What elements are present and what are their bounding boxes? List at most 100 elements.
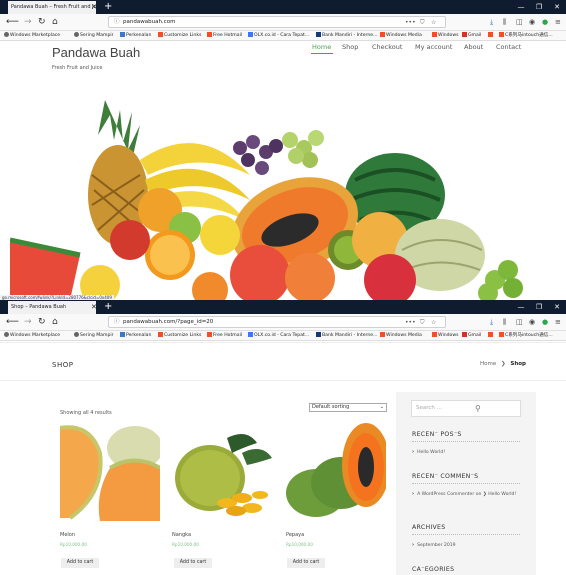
bookmark-item[interactable] (488, 31, 494, 41)
pocket-icon[interactable]: ⛉ (420, 18, 425, 28)
sort-select[interactable]: Default sorting ⌄ (309, 403, 387, 412)
bookmark-item[interactable]: Perkenalan (120, 31, 151, 41)
product-name-melon[interactable]: Melon (60, 532, 75, 538)
info-icon[interactable]: ⓘ (114, 319, 120, 325)
home-icon[interactable]: ⌂ (52, 316, 58, 328)
bookmark-star-icon[interactable]: ☆ (431, 318, 436, 328)
close-window-icon[interactable]: ✕ (548, 300, 566, 314)
bookmark-item[interactable]: Perkenalan (120, 331, 151, 341)
bookmark-item[interactable]: C系列马intouch通信... (499, 31, 553, 41)
maximize-icon[interactable]: ❐ (530, 300, 548, 314)
menu-home[interactable]: Home (312, 43, 331, 51)
bookmark-item[interactable]: Windows Media (380, 331, 422, 341)
bookmark-item[interactable]: Windows (432, 31, 459, 41)
bank-icon (316, 332, 321, 337)
tab-close-icon[interactable]: ✕ (91, 301, 97, 314)
new-tab-icon[interactable]: + (104, 0, 112, 14)
tab-shop[interactable]: Shop – Pandawa Buah (8, 301, 96, 314)
bookmark-item[interactable]: Gmail (462, 331, 481, 341)
bookmark-star-icon[interactable]: ☆ (431, 18, 436, 28)
recent-comment-item[interactable]: › A WordPress Commenter on ❯ Hello World! (412, 490, 524, 499)
bookmark-item[interactable]: Bank Mandiri - Interne... (316, 331, 377, 341)
menu-contact[interactable]: Contact (496, 43, 521, 51)
home-icon[interactable]: ⌂ (52, 16, 58, 28)
product-image-nangka[interactable] (172, 423, 272, 521)
reload-icon[interactable]: ↻ (38, 16, 46, 28)
page-actions-icon[interactable]: ••• (405, 318, 416, 328)
menu-icon[interactable]: ≡ (555, 317, 561, 327)
extension-icon[interactable]: ● (542, 317, 548, 327)
bookmark-item[interactable]: Sering Mampir (74, 331, 114, 341)
site-title[interactable]: Pandawa Buah (52, 45, 140, 60)
maximize-icon[interactable]: ❐ (530, 0, 548, 14)
download-icon[interactable]: ⤓ (490, 317, 493, 327)
site-tagline: Fresh Fruit and Juice (52, 65, 103, 71)
menu-my-account[interactable]: My account (415, 43, 452, 51)
bookmark-item[interactable]: Windows Media (380, 31, 422, 41)
tab-home[interactable]: Pandawa Buah – Fresh Fruit and Juice (8, 1, 96, 14)
url-bar[interactable]: ⓘ pandawabuah.com/?page_id=20 ••• ⛉ ☆ (108, 316, 446, 328)
url-text[interactable]: pandawabuah.com (123, 19, 175, 25)
bookmark-item[interactable]: Gmail (462, 31, 481, 41)
product-image-pepaya[interactable] (286, 423, 386, 521)
bookmark-item[interactable]: Free Hotmail (207, 31, 242, 41)
search-input[interactable]: Search ... ⚲ (411, 400, 521, 417)
bookmark-item[interactable]: Windows (432, 331, 459, 341)
recent-comment-link[interactable]: A WordPress Commenter on ❯ Hello World! (417, 492, 516, 497)
bookmark-item[interactable]: Free Hotmail (207, 331, 242, 341)
forward-icon[interactable]: → (24, 16, 32, 28)
tab-close-icon[interactable]: ✕ (91, 1, 97, 14)
bookmark-item[interactable]: C系列马intouch通信... (499, 331, 553, 341)
archive-link[interactable]: September 2019 (417, 543, 456, 548)
bookmark-item[interactable]: Customize Links (158, 31, 201, 41)
url-bar[interactable]: ⓘ pandawabuah.com ••• ⛉ ☆ (108, 16, 446, 28)
sidebar-icon[interactable]: ◫ (516, 17, 523, 27)
add-to-cart-pepaya-button[interactable]: Add to cart (287, 558, 325, 568)
bookmark-item[interactable]: Bank Mandiri - Interne... (316, 31, 377, 41)
bookmark-item[interactable]: Sering Mampir (74, 31, 114, 41)
product-image-melon[interactable] (60, 423, 160, 521)
minimize-icon[interactable]: — (512, 300, 530, 314)
bookmark-item[interactable]: Customize Links (158, 331, 201, 341)
reload-icon[interactable]: ↻ (38, 316, 46, 328)
extension-icon[interactable]: ● (542, 17, 548, 27)
new-tab-icon[interactable]: + (104, 300, 112, 314)
sort-value: Default sorting (312, 404, 350, 410)
account-icon[interactable]: ◉ (529, 317, 535, 327)
product-name-nangka[interactable]: Nangka (172, 532, 191, 538)
bookmark-item[interactable]: Windows Marketplace (4, 31, 60, 41)
bookmark-item[interactable]: OLX.co.id - Cara Tepat... (248, 331, 309, 341)
bookmark-label: Gmail (468, 33, 482, 38)
menu-about[interactable]: About (464, 43, 483, 51)
recent-post-item[interactable]: › Hello World! (412, 448, 445, 457)
active-menu-indicator (311, 53, 333, 54)
add-to-cart-nangka-button[interactable]: Add to cart (174, 558, 212, 568)
bookmark-label: OLX.co.id - Cara Tepat... (254, 33, 310, 38)
back-icon[interactable]: ⟵ (6, 16, 19, 28)
bookmark-item[interactable]: Windows Marketplace (4, 331, 60, 341)
breadcrumb-home[interactable]: Home (480, 361, 496, 367)
account-icon[interactable]: ◉ (529, 17, 535, 27)
archive-item[interactable]: › September 2019 (412, 541, 456, 550)
library-icon[interactable]: ⫼ (503, 17, 506, 27)
menu-shop[interactable]: Shop (342, 43, 358, 51)
pocket-icon[interactable]: ⛉ (420, 318, 425, 328)
library-icon[interactable]: ⫼ (503, 317, 506, 327)
search-icon[interactable]: ⚲ (475, 401, 481, 416)
page-actions-icon[interactable]: ••• (405, 18, 416, 28)
recent-post-link[interactable]: Hello World! (417, 450, 445, 455)
close-window-icon[interactable]: ✕ (548, 0, 566, 14)
back-icon[interactable]: ⟵ (6, 316, 19, 328)
sidebar-icon[interactable]: ◫ (516, 317, 523, 327)
bookmark-item[interactable] (488, 331, 494, 341)
download-icon[interactable]: ⤓ (490, 17, 493, 27)
product-name-pepaya[interactable]: Pepaya (286, 532, 304, 538)
forward-icon[interactable]: → (24, 316, 32, 328)
minimize-icon[interactable]: — (512, 0, 530, 14)
info-icon[interactable]: ⓘ (114, 19, 120, 25)
menu-checkout[interactable]: Checkout (372, 43, 402, 51)
menu-icon[interactable]: ≡ (555, 17, 561, 27)
add-to-cart-melon-button[interactable]: Add to cart (61, 558, 99, 568)
url-text[interactable]: pandawabuah.com/?page_id=20 (123, 319, 213, 325)
bookmark-item[interactable]: OLX.co.id - Cara Tepat... (248, 31, 309, 41)
